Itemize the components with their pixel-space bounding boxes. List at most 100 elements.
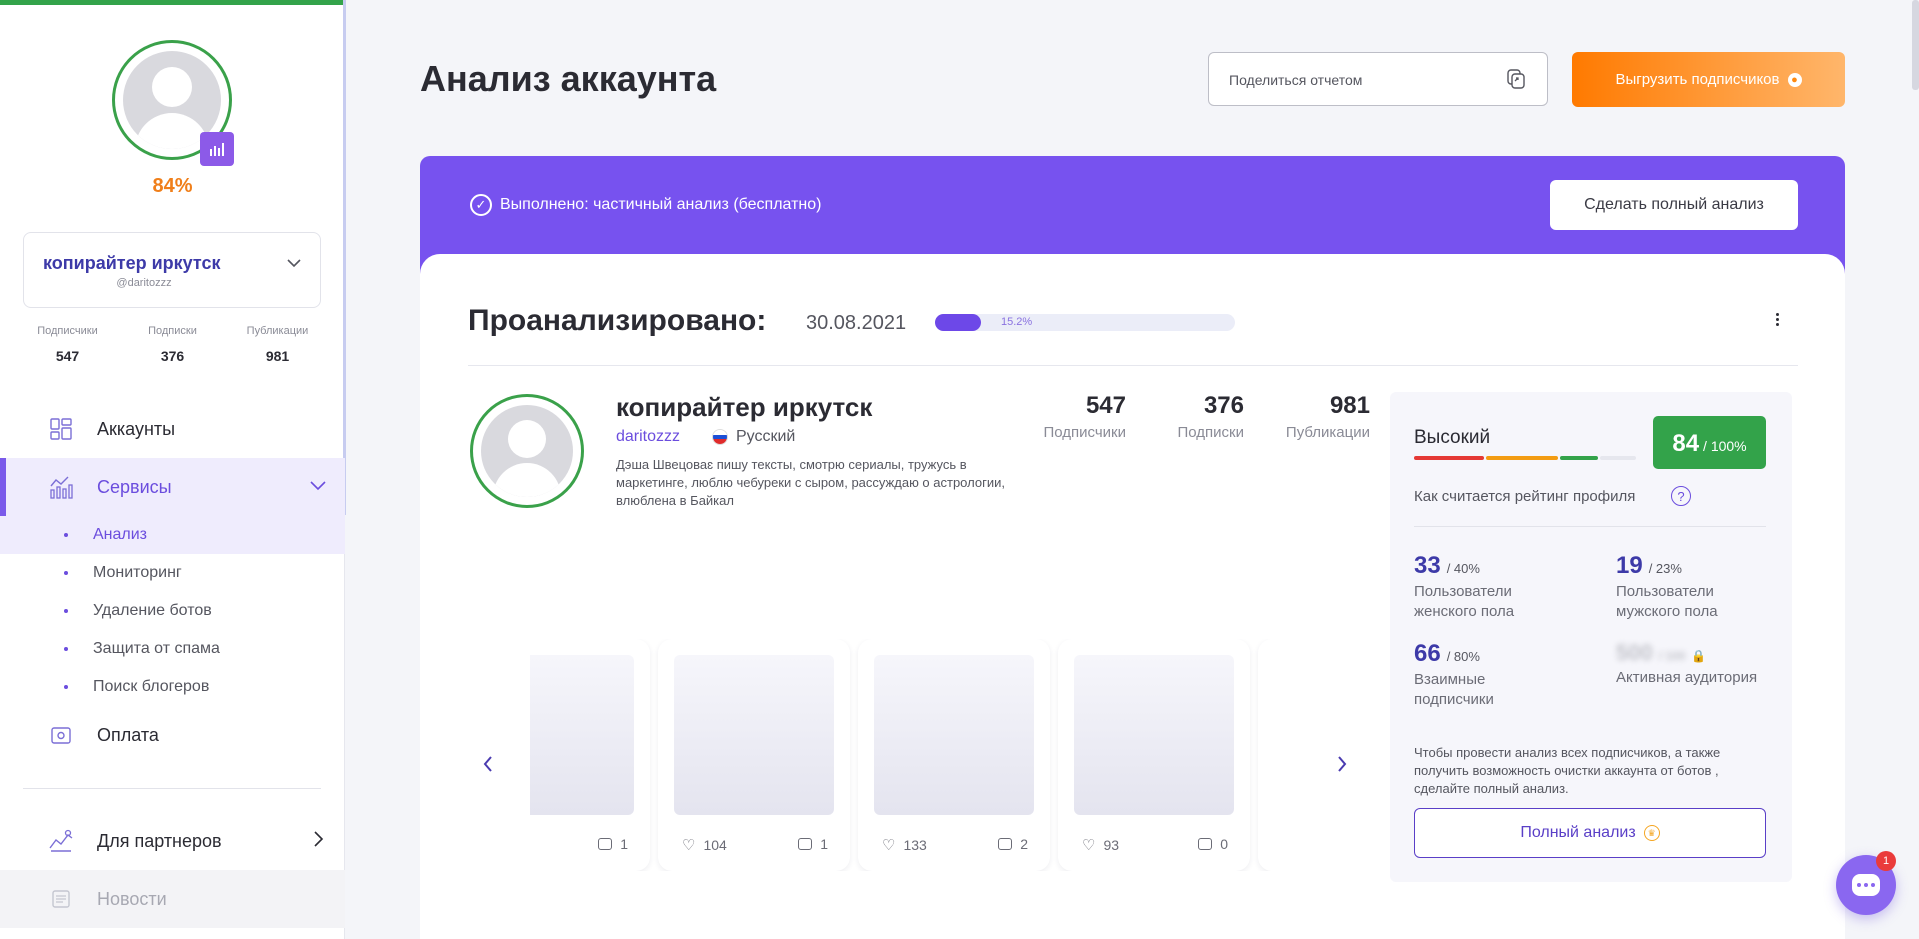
sidebar-item-label: Сервисы (97, 476, 172, 497)
rating-score-max: / 100% (1703, 438, 1747, 454)
metric-percent: / 80% (1446, 649, 1480, 664)
carousel-next-icon[interactable] (1332, 752, 1352, 776)
sidebar-subitem-monitoring[interactable]: Мониторинг (0, 554, 345, 592)
chevron-down-icon[interactable] (309, 476, 327, 499)
analysis-status-text: Выполнено: частичный анализ (бесплатно) (500, 196, 822, 213)
profile-stat-label: Публикации (1285, 424, 1370, 441)
metric-value: 66 (1414, 640, 1441, 667)
sidebar: 84% копирайтер иркутск @daritozzz Подпис… (0, 0, 346, 939)
profile-stat-value: 376 (1203, 392, 1244, 419)
sidebar-item-label: Новости (97, 888, 167, 909)
comment-icon (798, 838, 813, 850)
mini-stat-label: Публикации (246, 325, 309, 337)
mini-stat-value: 376 (160, 348, 185, 364)
sidebar-subitem-label: Анализ (93, 526, 148, 543)
copy-icon[interactable] (1505, 68, 1527, 90)
sidebar-subitem-blogger-search[interactable]: Поиск блогеров (0, 668, 345, 706)
post-comments-count: 2 (1020, 836, 1028, 852)
full-analysis-note: Чтобы провести анализ всех подписчиков, … (1414, 745, 1721, 796)
profile-handle-link[interactable]: daritozzz (616, 428, 680, 446)
sidebar-subitem-label: Поиск блогеров (93, 678, 210, 695)
mini-stat-value: 547 (55, 348, 80, 364)
chevron-down-icon[interactable] (286, 255, 302, 271)
post-likes: ♡ 133 (882, 836, 927, 854)
profile-avatar (470, 394, 584, 508)
chat-icon (1852, 874, 1880, 896)
rating-panel: Высокий 84 / 100% Как считается рейтинг … (1390, 392, 1792, 882)
profile-stat-value: 981 (1329, 392, 1370, 419)
mini-stat-posts: Публикации 981 (230, 325, 325, 364)
post-card[interactable]: ♡ 93 0 (1058, 639, 1250, 871)
metric-female-users: 33 / 40% Пользователи женского пола (1414, 552, 1564, 622)
sidebar-subitem-analysis[interactable]: Анализ (0, 516, 345, 554)
mini-stat-label: Подписки (148, 325, 197, 337)
profile-language-label: Русский (736, 428, 796, 445)
post-card[interactable]: ♡ 104 1 (658, 639, 850, 871)
page-scrollbar[interactable] (1912, 0, 1919, 90)
metric-value: 19 (1616, 552, 1643, 579)
mini-stat-following: Подписки 376 (125, 325, 220, 364)
russia-flag-icon (712, 429, 728, 445)
post-card[interactable] (1258, 639, 1280, 871)
profile-bio: Дэша Швецоваɛ пишу тексты, смотрю сериал… (616, 457, 1005, 508)
full-analysis-button[interactable]: Полный анализ ♛ (1414, 808, 1766, 858)
account-switcher[interactable]: копирайтер иркутск @daritozzz (23, 232, 321, 308)
chart-line-icon (47, 473, 75, 501)
bullet-dot (64, 685, 68, 689)
export-followers-label: Выгрузить подписчиков (1615, 71, 1780, 88)
bullet-dot (64, 533, 68, 537)
dashboard-icon (47, 415, 75, 443)
help-icon[interactable]: ? (1671, 486, 1691, 506)
post-comments: 1 (598, 836, 628, 852)
account-rating-percent: 84% (152, 175, 193, 197)
post-card[interactable]: ♡ 133 2 (858, 639, 1050, 871)
metric-label: Пользователи мужского пола (1616, 583, 1718, 620)
analysis-card: Проанализировано: 30.08.2021 15.2% копир… (420, 254, 1845, 939)
post-likes: ♡ 93 (1082, 836, 1119, 854)
make-full-analysis-button[interactable]: Сделать полный анализ (1550, 180, 1798, 230)
sidebar-item-partners[interactable]: Для партнеров (0, 812, 345, 870)
profile-stat-followers: 547 Подписчики (1020, 392, 1126, 441)
sidebar-subitem-label: Удаление ботов (93, 602, 212, 619)
crown-icon: ● (1787, 72, 1802, 87)
crown-icon: ♛ (1643, 825, 1660, 841)
sidebar-divider (23, 788, 321, 789)
sidebar-subitem-bot-removal[interactable]: Удаление ботов (0, 592, 345, 630)
share-report-field[interactable]: Поделиться отчетом (1208, 52, 1548, 106)
comment-icon (998, 838, 1013, 850)
post-card[interactable]: ♡85 1 (530, 639, 650, 871)
mini-stat-label: Подписчики (37, 325, 98, 337)
account-mini-stats: Подписчики 547 Подписки 376 Публикации 9… (20, 325, 325, 364)
wallet-icon (47, 721, 75, 749)
post-comments: 0 (1198, 836, 1228, 852)
metric-percent: / 23% (1648, 561, 1682, 576)
posts-carousel: ♡85 1 ♡ 104 1 ♡ 133 2 ♡ 93 0 (530, 639, 1280, 871)
post-image (874, 655, 1034, 815)
more-options-icon[interactable] (1773, 309, 1781, 329)
post-comments: 2 (998, 836, 1028, 852)
analysis-progress-bar: 15.2% (935, 314, 1235, 331)
chat-widget-button[interactable]: 1 (1836, 851, 1896, 915)
how-rating-calculated-link[interactable]: Как считается рейтинг профиля (1414, 488, 1635, 505)
profile-language: Русский (712, 428, 795, 446)
sidebar-item-label: Аккаунты (97, 418, 176, 439)
post-likes-count: 104 (703, 837, 727, 853)
rating-level: Высокий (1414, 427, 1491, 448)
post-comments-count: 0 (1220, 836, 1228, 852)
post-image (674, 655, 834, 815)
post-likes: ♡ 104 (682, 836, 727, 854)
sidebar-subitem-spam-protection[interactable]: Защита от спама (0, 630, 345, 668)
metric-label: Взаимные подписчики (1414, 671, 1494, 708)
sidebar-item-services[interactable]: Сервисы (0, 458, 345, 516)
stats-chart-icon[interactable] (200, 132, 234, 166)
carousel-prev-icon[interactable] (478, 752, 498, 776)
sidebar-item-news[interactable]: Новости (0, 870, 345, 928)
mini-stat-value: 981 (265, 348, 290, 364)
sidebar-item-payment[interactable]: Оплата (0, 706, 345, 764)
profile-stat-label: Подписки (1177, 424, 1245, 441)
export-followers-button[interactable]: Выгрузить подписчиков ● (1572, 52, 1845, 107)
sidebar-item-accounts[interactable]: Аккаунты (0, 400, 345, 458)
sidebar-item-label: Оплата (97, 724, 159, 745)
chevron-right-icon[interactable] (309, 830, 327, 853)
comment-icon (1198, 838, 1213, 850)
